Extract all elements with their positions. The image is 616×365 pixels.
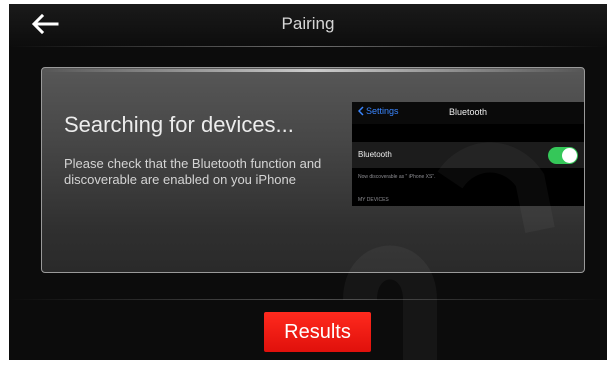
iphone-bluetooth-preview: Settings Bluetooth Bluetooth Now discove… [352, 102, 584, 206]
phone-nav-bar: Settings Bluetooth [352, 102, 584, 124]
search-panel: Searching for devices... Please check th… [41, 67, 585, 273]
header-bar: Pairing [9, 4, 607, 46]
phone-my-devices-header: MY DEVICES [358, 197, 389, 203]
header-divider [9, 46, 607, 47]
bluetooth-toggle [548, 147, 578, 164]
phone-title: Bluetooth [448, 107, 488, 117]
panel-highlight [43, 69, 583, 72]
pairing-screen: Pairing Searching for devices... Please … [9, 4, 607, 360]
bluetooth-instructions: Please check that the Bluetooth function… [64, 156, 322, 187]
phone-bluetooth-row: Bluetooth [352, 142, 584, 168]
results-button[interactable]: Results [264, 312, 371, 352]
page-title: Pairing [281, 14, 335, 33]
searching-heading: Searching for devices... [64, 112, 294, 137]
phone-discoverable-note: Now discoverable as " iPhone XS". [358, 174, 436, 180]
phone-bluetooth-label: Bluetooth [358, 150, 392, 159]
toggle-knob [562, 148, 577, 163]
footer-divider [9, 299, 607, 300]
